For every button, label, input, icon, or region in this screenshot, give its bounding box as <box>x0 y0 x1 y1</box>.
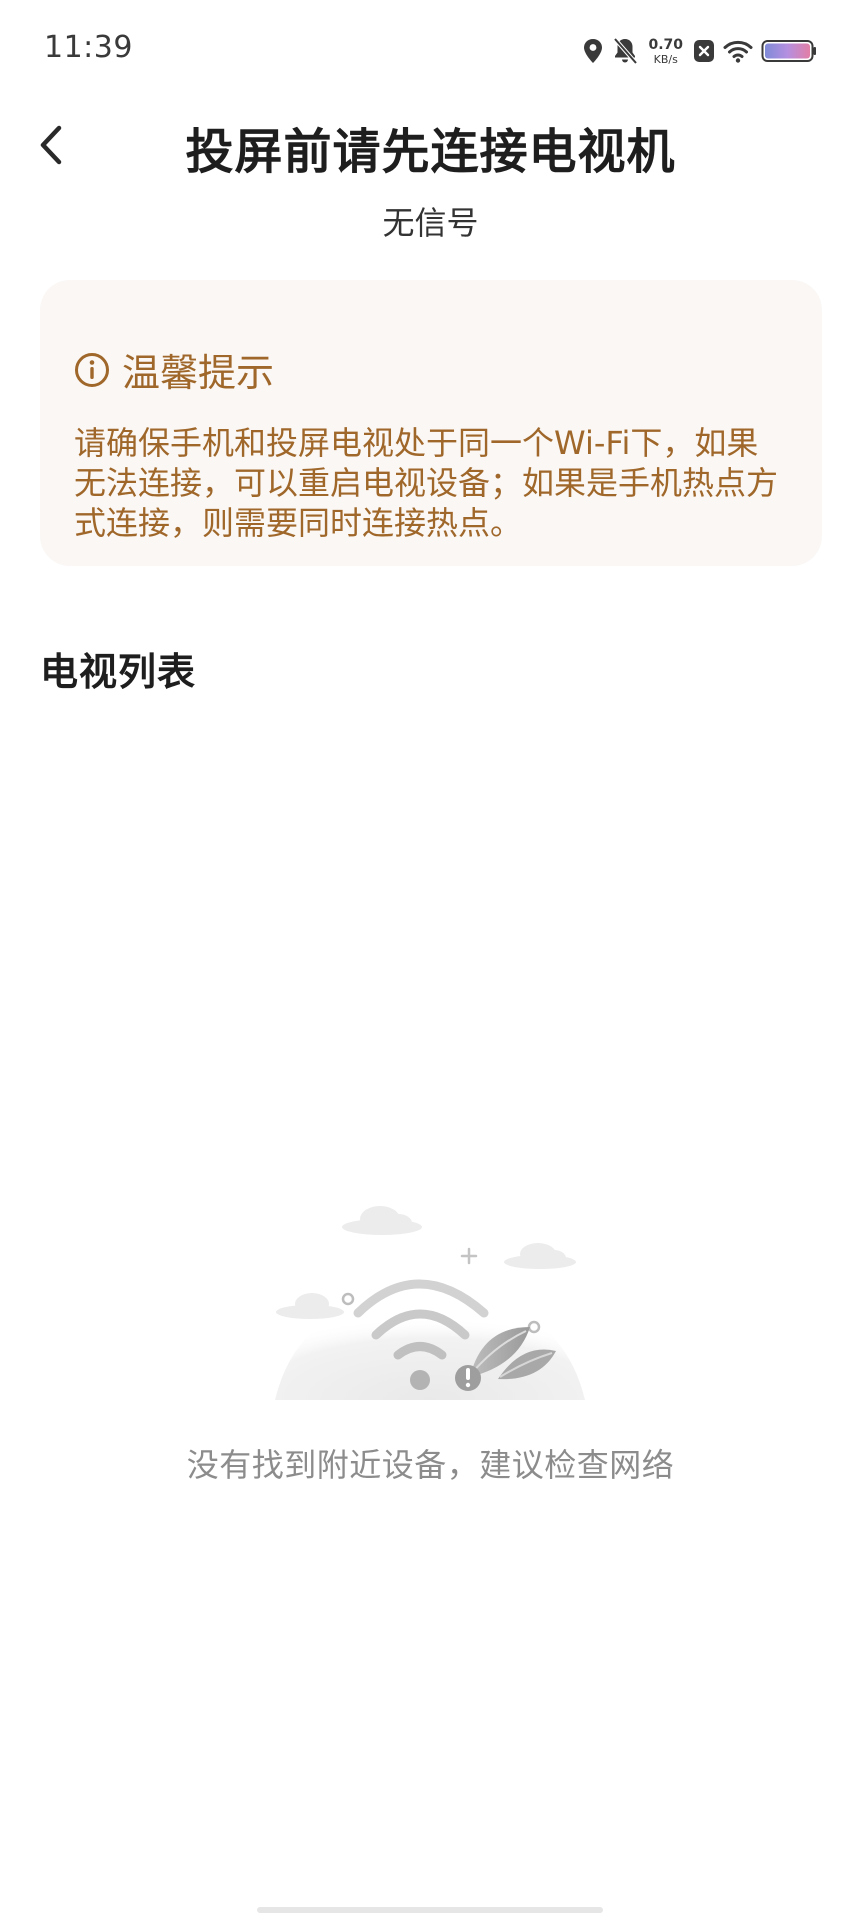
tip-card: 温馨提示 请确保手机和投屏电视处于同一个Wi-Fi下，如果无法连接，可以重启电视… <box>40 280 822 566</box>
wifi-icon <box>723 39 753 63</box>
tip-body: 请确保手机和投屏电视处于同一个Wi-Fi下，如果无法连接，可以重启电视设备；如果… <box>74 424 779 542</box>
info-icon <box>75 352 109 387</box>
tip-header: 温馨提示 <box>74 342 786 397</box>
page-title: 投屏前请先连接电视机 <box>185 124 676 180</box>
status-bar: 11:39 0.70 KB/s <box>0 0 861 100</box>
network-speed-value: 0.70 <box>648 36 683 53</box>
status-time: 11:39 <box>44 30 133 65</box>
home-indicator[interactable] <box>257 1907 603 1913</box>
empty-state-message: 没有找到附近设备，建议检查网络 <box>186 1446 675 1484</box>
network-speed-unit: KB/s <box>653 52 678 66</box>
close-box-icon <box>693 39 715 63</box>
tv-list-title: 电视列表 <box>40 650 197 694</box>
cloud-icon <box>342 1206 422 1235</box>
no-wifi-illustration <box>275 1206 585 1400</box>
status-icons: 0.70 KB/s <box>582 34 817 68</box>
location-icon <box>582 38 604 64</box>
network-speed: 0.70 KB/s <box>648 38 683 65</box>
connection-status: 无信号 <box>382 204 479 242</box>
tip-title: 温馨提示 <box>122 351 275 395</box>
mute-bell-icon <box>612 37 638 65</box>
battery-icon <box>761 39 817 63</box>
